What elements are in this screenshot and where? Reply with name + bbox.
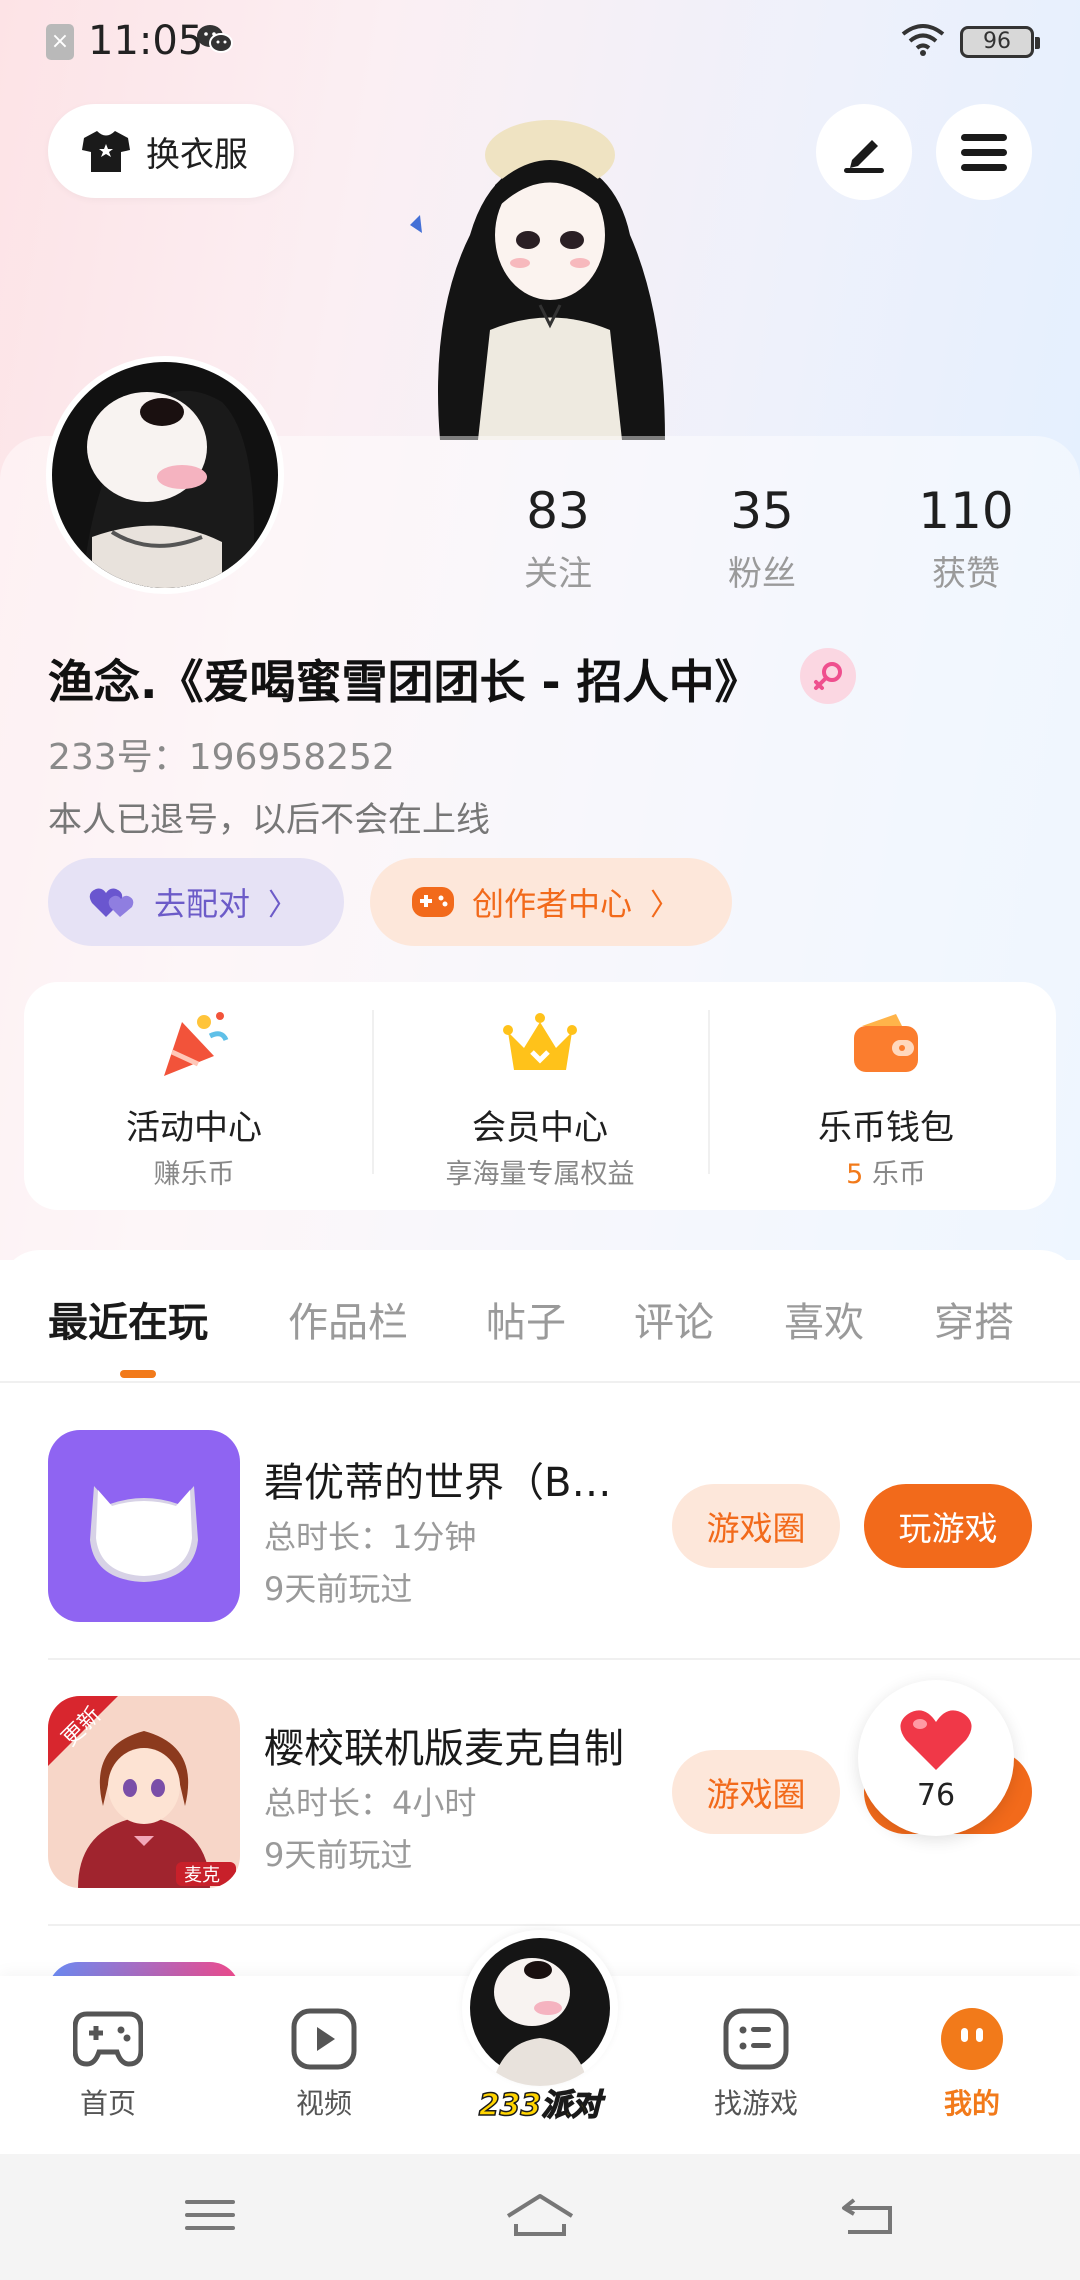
crown-icon: [503, 1013, 577, 1070]
tab-comments[interactable]: 评论: [634, 1290, 714, 1348]
menu-icon: [961, 134, 1007, 171]
likes-label: 获赞: [932, 554, 1000, 594]
stat-followers[interactable]: 35 粉丝: [672, 482, 852, 595]
likes-count: 110: [918, 482, 1014, 540]
tab-recently-played[interactable]: 最近在玩: [48, 1290, 208, 1348]
heart-icon: [900, 1710, 972, 1770]
game-last-played: 9天前玩过: [264, 1836, 413, 1874]
creator-center-button[interactable]: 创作者中心 〉: [370, 858, 732, 946]
tab-works[interactable]: 作品栏: [288, 1290, 408, 1348]
nav-mine[interactable]: 我的: [902, 1976, 1042, 2154]
tab-outfits[interactable]: 穿搭: [934, 1290, 1014, 1348]
followers-count: 35: [730, 482, 794, 540]
nav-find-games[interactable]: 找游戏: [686, 1976, 826, 2154]
member-center-sub: 享海量专属权益: [445, 1159, 635, 1190]
change-outfit-label: 换衣服: [146, 134, 248, 175]
gamepad-icon: [73, 2011, 143, 2067]
activity-center-title: 活动中心: [126, 1108, 262, 1148]
party-avatar: [462, 1930, 618, 2086]
row-divider: [48, 1924, 1080, 1926]
nav-home[interactable]: 首页: [38, 1976, 178, 2154]
divider: [708, 1010, 710, 1174]
tab-posts[interactable]: 帖子: [486, 1290, 566, 1348]
avatar-character-illustration: [410, 120, 665, 440]
following-count: 83: [526, 482, 590, 540]
coin-wallet-title: 乐币钱包: [818, 1108, 954, 1148]
tshirt-icon: [82, 131, 130, 172]
video-play-icon: [291, 2008, 357, 2070]
game-icon[interactable]: 更新 麦克: [48, 1696, 240, 1888]
profile-tabs: 最近在玩 作品栏 帖子 评论 喜欢 穿搭: [0, 1250, 1080, 1380]
stat-following[interactable]: 83 关注: [468, 482, 648, 595]
member-center-entry[interactable]: 会员中心 享海量专属权益: [370, 982, 710, 1210]
coin-balance: 5: [846, 1159, 864, 1190]
gamepad-icon: [410, 883, 456, 921]
coin-unit: 乐币: [863, 1159, 926, 1190]
creator-center-label: 创作者中心: [472, 885, 633, 923]
avatar-image: [52, 362, 278, 588]
active-tab-indicator: [120, 1370, 156, 1378]
following-label: 关注: [524, 554, 592, 594]
game-title: 碧优蒂的世界（B…: [264, 1460, 612, 1506]
battery-indicator: 96: [960, 26, 1040, 58]
stat-likes[interactable]: 110 获赞: [876, 482, 1056, 595]
nav-mine-label: 我的: [943, 2087, 1000, 2120]
nav-find-games-label: 找游戏: [713, 2087, 798, 2120]
hearts-icon: [88, 883, 138, 921]
party-logo-text: 233派对: [478, 2087, 602, 2124]
followers-label: 粉丝: [728, 554, 796, 594]
game-circle-button[interactable]: 游戏圈: [672, 1750, 840, 1834]
match-label: 去配对: [154, 885, 251, 923]
user-nickname: 渔念.《爱喝蜜雪团团长 - 招人中》: [48, 655, 761, 709]
match-button[interactable]: 去配对 〉: [48, 858, 344, 946]
member-center-title: 会员中心: [472, 1108, 608, 1148]
back-icon[interactable]: [838, 2190, 898, 2240]
change-outfit-button[interactable]: 换衣服: [48, 104, 294, 198]
game-duration: 总时长：1分钟: [264, 1518, 477, 1556]
game-last-played: 9天前玩过: [264, 1570, 413, 1608]
coin-wallet-entry[interactable]: 乐币钱包 5 乐币: [716, 982, 1056, 1210]
list-icon: [723, 2008, 789, 2070]
coin-wallet-sub: 5 乐币: [716, 1152, 1056, 1191]
game-duration: 总时长：4小时: [264, 1784, 477, 1822]
nav-233-party[interactable]: 233派对: [454, 1930, 626, 2130]
edit-profile-button[interactable]: [816, 104, 912, 200]
system-navigation-bar: [0, 2154, 1080, 2280]
user-id: 233号：196958252: [48, 737, 395, 778]
tab-likes[interactable]: 喜欢: [784, 1290, 864, 1348]
user-bio: 本人已退号，以后不会在上线: [48, 800, 490, 840]
status-bar: × 11:05 96: [0, 0, 1080, 90]
user-avatar[interactable]: [46, 356, 284, 594]
game-corner-label: 麦克: [184, 1865, 220, 1886]
chevron-right-icon: 〉: [268, 888, 299, 923]
activity-center-sub: 赚乐币: [153, 1159, 235, 1190]
nav-home-label: 首页: [79, 2087, 136, 2120]
tabs-divider: [0, 1381, 1080, 1383]
status-time: 11:05: [88, 18, 204, 64]
game-row[interactable]: 碧优蒂的世界（B… 总时长：1分钟 9天前玩过 游戏圈 玩游戏: [0, 1430, 1080, 1696]
nav-video[interactable]: 视频: [254, 1976, 394, 2154]
nav-video-label: 视频: [295, 2087, 352, 2120]
like-count: 76: [916, 1778, 956, 1813]
party-popper-icon: [164, 1012, 229, 1076]
home-icon[interactable]: [504, 2190, 576, 2240]
game-title: 樱校联机版麦克自制: [264, 1726, 624, 1772]
wechat-icon: [197, 25, 233, 53]
activity-center-entry[interactable]: 活动中心 赚乐币: [24, 982, 364, 1210]
play-game-button[interactable]: 玩游戏: [864, 1484, 1032, 1568]
wifi-icon: [901, 24, 945, 56]
chevron-right-icon: 〉: [650, 888, 681, 923]
sim-icon: ×: [46, 24, 74, 60]
game-circle-button[interactable]: 游戏圈: [672, 1484, 840, 1568]
pen-icon: [844, 140, 884, 173]
recent-apps-icon[interactable]: [180, 2190, 240, 2240]
game-icon[interactable]: [48, 1430, 240, 1622]
menu-button[interactable]: [936, 104, 1032, 200]
wallet-icon: [854, 1014, 918, 1072]
floating-like-button[interactable]: 76: [858, 1680, 1014, 1836]
female-gender-icon: [800, 648, 856, 704]
smile-face-icon: [941, 2008, 1003, 2070]
row-divider: [48, 1658, 1080, 1660]
feature-cards: 活动中心 赚乐币 会员中心 享海量专属权益 乐币钱包 5 乐币: [24, 982, 1056, 1210]
